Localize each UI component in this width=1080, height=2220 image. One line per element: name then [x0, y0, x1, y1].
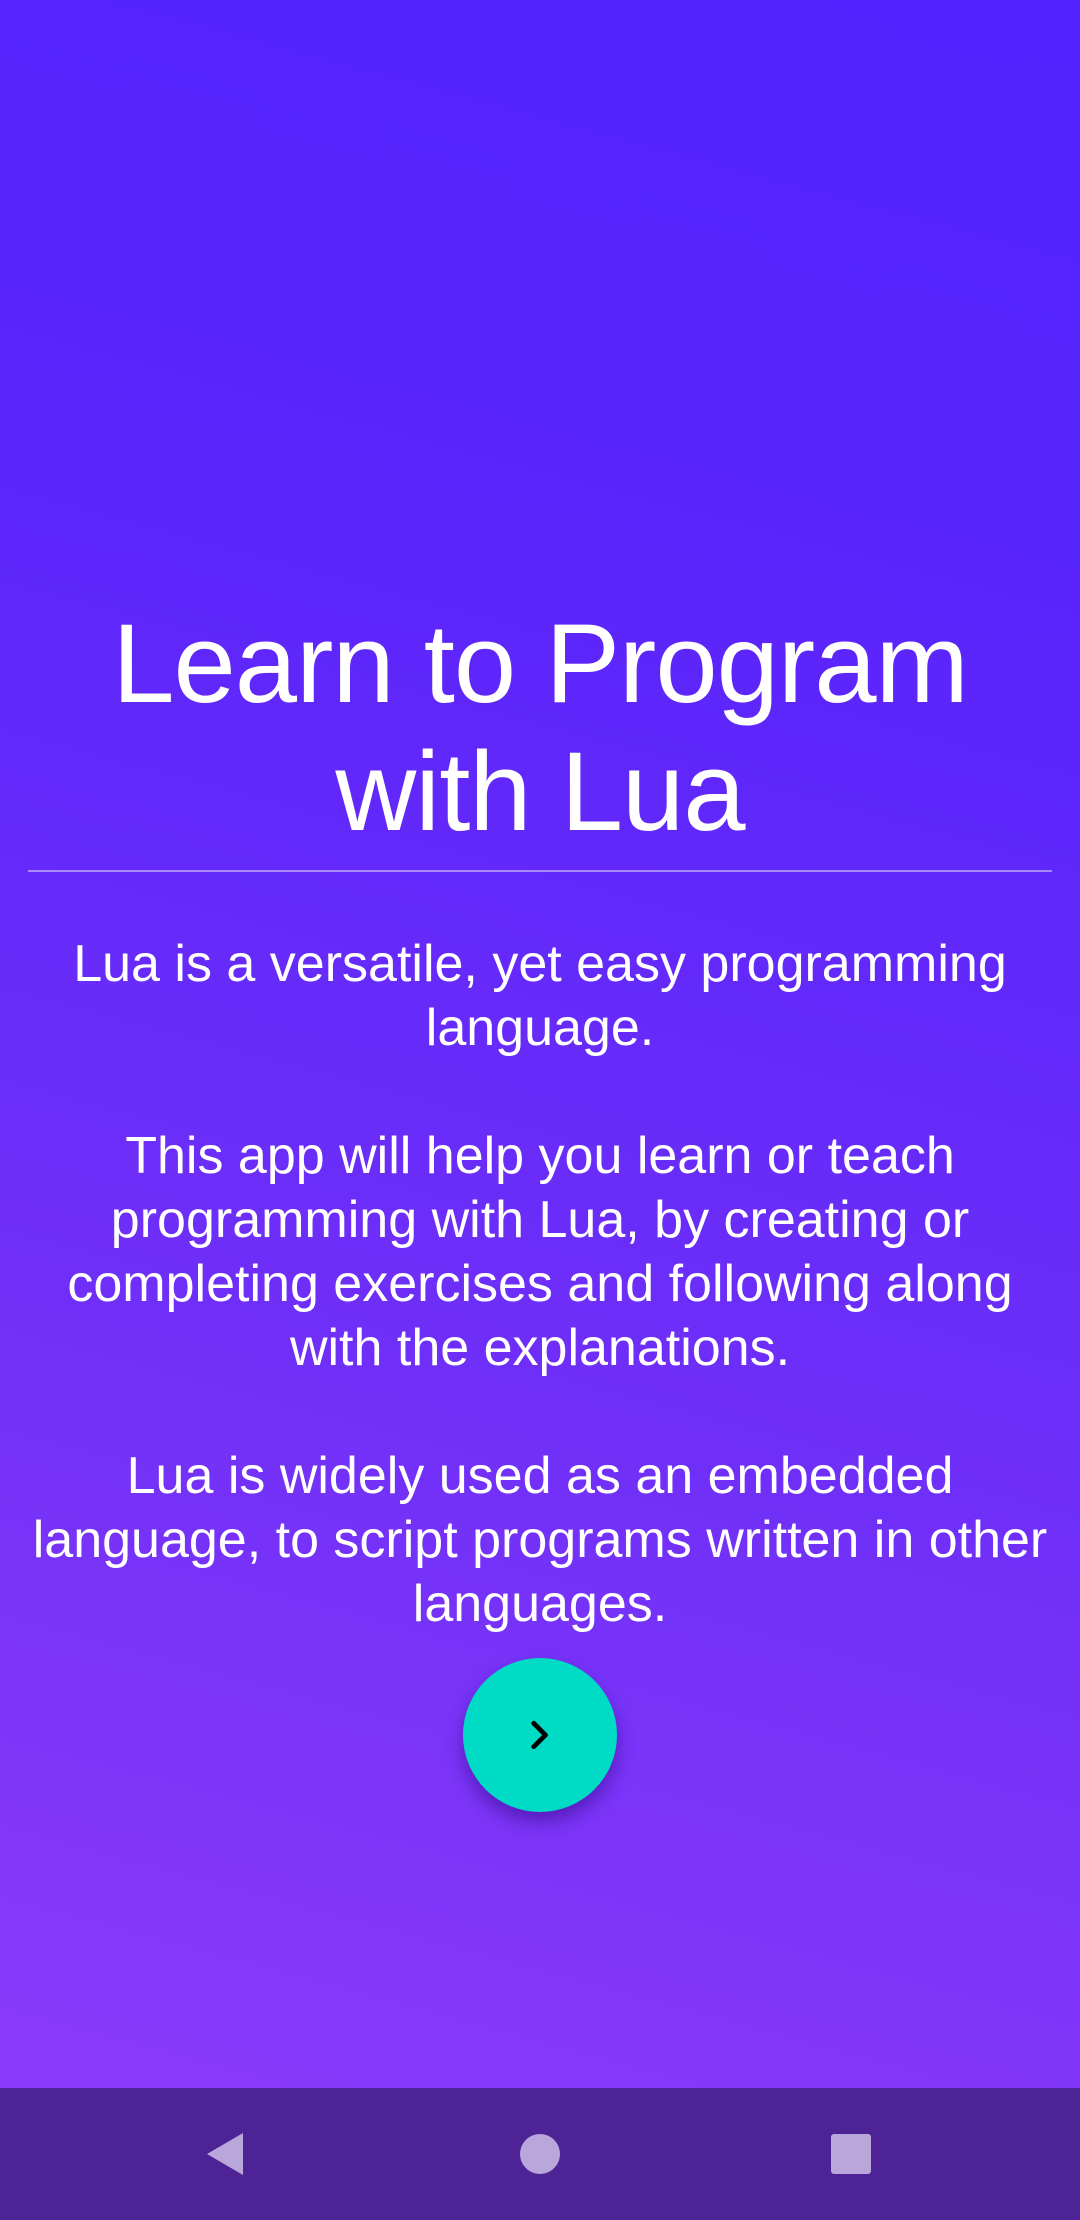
- next-button[interactable]: [463, 1658, 617, 1812]
- nav-back-button[interactable]: [166, 2088, 286, 2220]
- description-paragraph-1: Lua is a versatile, yet easy programming…: [73, 935, 1007, 1057]
- recents-square-icon: [831, 2134, 871, 2174]
- back-triangle-icon: [207, 2133, 243, 2175]
- nav-home-button[interactable]: [480, 2088, 600, 2220]
- description: Lua is a versatile, yet easy programming…: [0, 932, 1080, 1636]
- onboarding-screen: Learn to Program with Lua Lua is a versa…: [0, 0, 1080, 2088]
- onboarding-content: Learn to Program with Lua Lua is a versa…: [0, 600, 1080, 1636]
- chevron-right-icon: [531, 1720, 548, 1750]
- home-circle-icon: [520, 2134, 560, 2174]
- description-paragraph-2: This app will help you learn or teach pr…: [67, 1127, 1013, 1377]
- nav-recents-button[interactable]: [791, 2088, 911, 2220]
- title-divider: [28, 870, 1052, 872]
- page-title: Learn to Program with Lua: [112, 601, 969, 854]
- description-paragraph-3: Lua is widely used as an embedded langua…: [32, 1447, 1048, 1633]
- system-navigation-bar: [0, 2088, 1080, 2220]
